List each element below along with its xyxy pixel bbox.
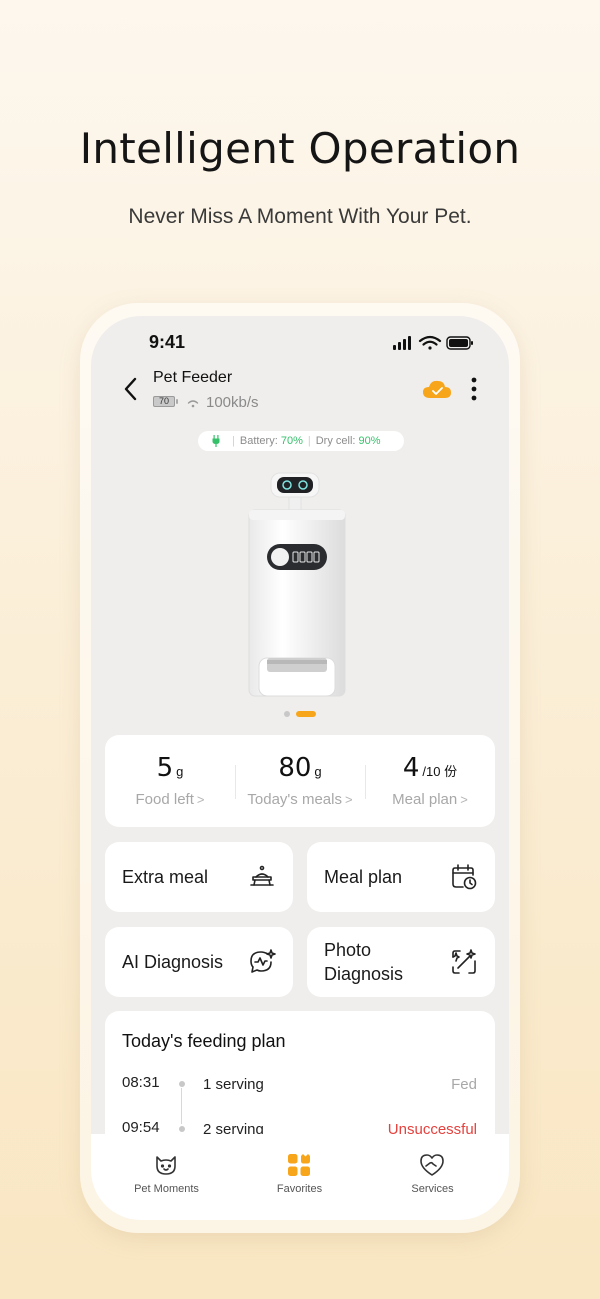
chevron-right-icon: > xyxy=(460,792,468,807)
chat-pulse-icon xyxy=(250,949,276,973)
stat-unit: /10 份 xyxy=(422,764,458,779)
timeline-line xyxy=(181,1088,182,1124)
separator: | xyxy=(307,435,311,447)
cloud-icon[interactable] xyxy=(422,379,452,399)
cat-face-icon xyxy=(156,1156,176,1175)
battery-icon xyxy=(446,336,473,350)
signal-icon xyxy=(393,336,411,350)
headline: Intelligent Operation xyxy=(79,124,521,173)
bottom-tab-bar: Pet Moments Favorites Services xyxy=(91,1134,509,1220)
status-time: 9:41 xyxy=(149,332,186,352)
battery-label: Battery: xyxy=(239,435,278,447)
stat-label: Food left xyxy=(135,791,194,808)
tab-label: Favorites xyxy=(276,1183,323,1195)
timeline-dot xyxy=(179,1081,185,1087)
tab-pet-moments[interactable]: Pet Moments xyxy=(97,1134,236,1220)
battery-value: 70% xyxy=(280,435,303,447)
stat-value: 80 xyxy=(278,753,312,783)
chevron-right-icon: > xyxy=(196,792,205,807)
tile-label-line1: Photo xyxy=(324,940,372,960)
more-options-icon[interactable] xyxy=(471,377,477,401)
carousel-dot[interactable] xyxy=(284,711,290,717)
power-status-pill: | Battery: 70% | Dry cell: 90% xyxy=(198,431,404,451)
status-icons xyxy=(393,335,473,350)
tile-label-line2: Diagnosis xyxy=(324,964,404,984)
tab-services[interactable]: Services xyxy=(363,1134,502,1220)
stat-value: 4 xyxy=(402,753,420,783)
stat-todays-meals[interactable]: 80 g Today's meals > xyxy=(235,735,365,827)
pet-feeder-device-image xyxy=(248,472,346,697)
device-title: Pet Feeder xyxy=(153,369,233,386)
feeding-plan-title: Today's feeding plan xyxy=(122,1031,286,1051)
heart-hand-icon xyxy=(420,1154,444,1176)
stat-unit: g xyxy=(176,764,184,779)
tile-label: Meal plan xyxy=(324,867,403,887)
stat-label: Today's meals xyxy=(247,791,342,808)
stat-meal-plan[interactable]: 4/10 份 Meal plan > xyxy=(365,735,495,827)
tab-favorites[interactable]: Favorites xyxy=(230,1134,369,1220)
separator: | xyxy=(232,435,235,447)
dry-cell-label: Dry cell: xyxy=(315,435,356,447)
extra-meal-button[interactable]: Extra meal xyxy=(105,842,293,912)
tab-label: Services xyxy=(411,1183,454,1195)
chevron-right-icon: > xyxy=(344,792,353,807)
scan-sparkle-icon xyxy=(452,949,476,974)
stat-label: Meal plan xyxy=(392,791,458,808)
stats-card: 5g Food left > 80 g Today's meals > 4/10 份 … xyxy=(105,735,495,827)
device-battery-chip: 70 xyxy=(153,396,175,407)
device-battery-nub xyxy=(176,399,178,404)
subline: Never Miss A Moment With Your Pet. xyxy=(128,205,472,228)
food-bowl-icon xyxy=(250,865,274,886)
meal-plan-button[interactable]: Meal plan xyxy=(307,842,495,912)
dry-cell-value: 90% xyxy=(358,435,381,447)
timeline-dot xyxy=(179,1126,185,1132)
feed-status-fed: Fed xyxy=(451,1076,477,1093)
feed-serving: 1 serving xyxy=(203,1076,264,1093)
tab-label: Pet Moments xyxy=(134,1183,199,1195)
network-speed: 100kb/s xyxy=(206,394,259,411)
stat-food-left[interactable]: 5g Food left > xyxy=(105,735,235,827)
feed-time: 08:31 xyxy=(122,1074,160,1091)
carousel-dot-active[interactable] xyxy=(296,711,316,717)
phone-screen: 9:41 Pet Feeder 70 100kb/s | Battery: 70… xyxy=(91,316,509,1220)
ai-diagnosis-button[interactable]: AI Diagnosis xyxy=(105,927,293,997)
stat-value: 5 xyxy=(156,753,174,783)
tile-label: AI Diagnosis xyxy=(122,952,224,972)
wifi-icon xyxy=(418,335,442,350)
back-icon[interactable] xyxy=(119,376,143,402)
photo-diagnosis-button[interactable]: Photo Diagnosis xyxy=(307,927,495,997)
grid-apps-icon xyxy=(288,1154,310,1176)
tile-label: Extra meal xyxy=(122,867,209,887)
carousel-indicator xyxy=(284,710,324,718)
plug-icon xyxy=(212,435,220,447)
device-wifi-icon xyxy=(187,400,199,408)
stat-unit: g xyxy=(314,764,322,779)
calendar-clock-icon xyxy=(452,864,477,890)
